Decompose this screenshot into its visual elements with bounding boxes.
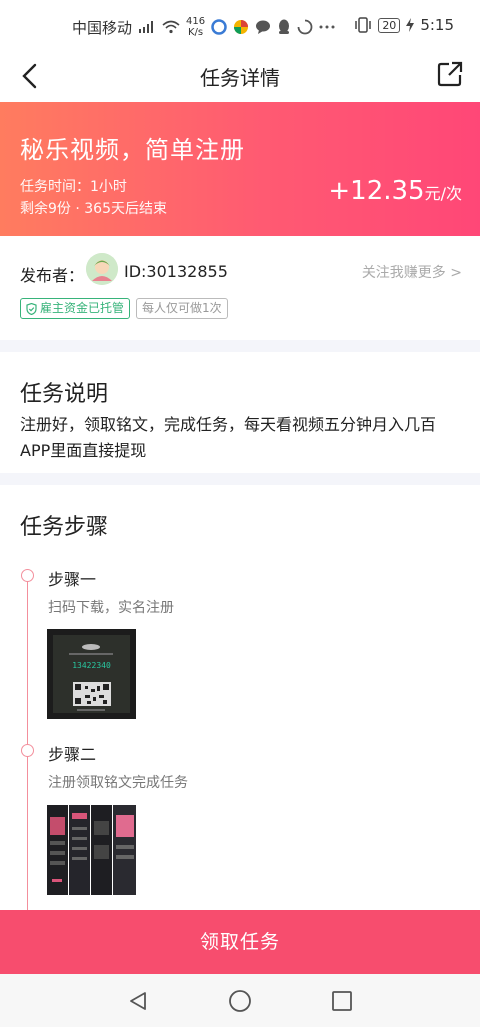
limit-badge-label: 每人仅可做1次 — [142, 301, 222, 315]
step-title: 步骤一 — [48, 570, 97, 589]
vibrate-icon — [354, 17, 372, 33]
step-image-screenshots[interactable] — [47, 805, 136, 895]
reward-unit: 元/次 — [424, 184, 462, 203]
system-back-button[interactable] — [125, 988, 151, 1014]
net-speed-value: 416 — [186, 16, 206, 27]
description-text: 注册好，领取铭文，完成任务，每天看视频五分钟月入几百APP里面直接提现 — [20, 415, 437, 460]
step-marker — [21, 569, 34, 582]
accept-task-button[interactable]: 领取任务 — [0, 910, 480, 974]
battery-level: 20 — [378, 17, 401, 33]
net-speed: 416 K/s — [186, 16, 205, 38]
description-title: 任务说明 — [20, 382, 109, 407]
task-header-banner: 秘乐视频，简单注册 任务时间：1小时 剩余9份 · 365天后结束 +12.35… — [0, 102, 480, 236]
system-recents-button[interactable] — [329, 988, 355, 1014]
task-duration: 任务时间：1小时 — [20, 179, 127, 195]
follow-link[interactable]: 关注我赚更多 > — [362, 262, 462, 282]
task-reward: +12.35元/次 — [328, 176, 462, 206]
task-description-section: 任务说明 注册好，领取铭文，完成任务，每天看视频五分钟月入几百APP里面直接提现 — [0, 352, 480, 473]
nav-bar: 任务详情 — [0, 52, 480, 100]
task-title: 秘乐视频，简单注册 — [20, 136, 245, 164]
share-button[interactable] — [434, 58, 466, 90]
publisher-label: 发布者： — [20, 266, 85, 285]
step-image-code: 13422340 — [72, 661, 111, 670]
carrier-label: 中国移动 — [72, 18, 133, 37]
message-icon — [255, 19, 271, 35]
task-remaining: 剩余9份 · 365天后结束 — [20, 201, 167, 217]
step-title: 步骤二 — [48, 745, 97, 764]
system-nav-bar — [0, 974, 480, 1027]
step-image-qr[interactable]: 13422340 — [47, 629, 136, 719]
loading-icon — [297, 19, 313, 35]
app-notification-icon — [211, 19, 227, 35]
cellular-signal-icon — [138, 20, 156, 34]
steps-title: 任务步骤 — [20, 515, 109, 540]
task-steps-section: 任务步骤 步骤一 扫码下载，实名注册 13422340 步骤二 注册领取铭文完成… — [0, 485, 480, 910]
status-bar: 中国移动 416 K/s 20 5:15 — [0, 0, 480, 52]
triangle-back-icon — [130, 992, 146, 1010]
page-title: 任务详情 — [200, 66, 280, 90]
status-left: 中国移动 416 K/s — [72, 16, 335, 38]
step-subtitle: 扫码下载，实名注册 — [48, 600, 174, 616]
escrow-badge: 雇主资金已托管 — [20, 298, 131, 319]
qq-icon — [277, 19, 291, 35]
step-marker — [21, 744, 34, 757]
section-divider — [0, 473, 480, 485]
clock: 5:15 — [420, 16, 454, 34]
status-right: 20 5:15 — [354, 16, 454, 34]
step-subtitle: 注册领取铭文完成任务 — [48, 775, 188, 791]
external-link-icon — [437, 61, 463, 87]
reward-amount: +12.35 — [328, 176, 425, 206]
more-notifications-icon — [319, 24, 335, 30]
publisher-id: ID:30132855 — [124, 262, 228, 281]
pinwheel-app-icon — [233, 19, 249, 35]
square-recents-icon — [332, 991, 352, 1011]
publisher-section: 发布者： ID:30132855 关注我赚更多 > 雇主资金已托管 每人仅可做1… — [0, 236, 480, 340]
wifi-icon — [162, 20, 180, 34]
shield-check-icon — [26, 302, 37, 315]
avatar[interactable] — [86, 253, 118, 285]
circle-home-icon — [229, 990, 251, 1012]
limit-badge: 每人仅可做1次 — [136, 298, 228, 319]
section-divider — [0, 340, 480, 352]
system-home-button[interactable] — [227, 988, 253, 1014]
escrow-badge-label: 雇主资金已托管 — [40, 301, 125, 315]
net-speed-unit: K/s — [187, 27, 204, 38]
charging-icon — [406, 18, 415, 32]
